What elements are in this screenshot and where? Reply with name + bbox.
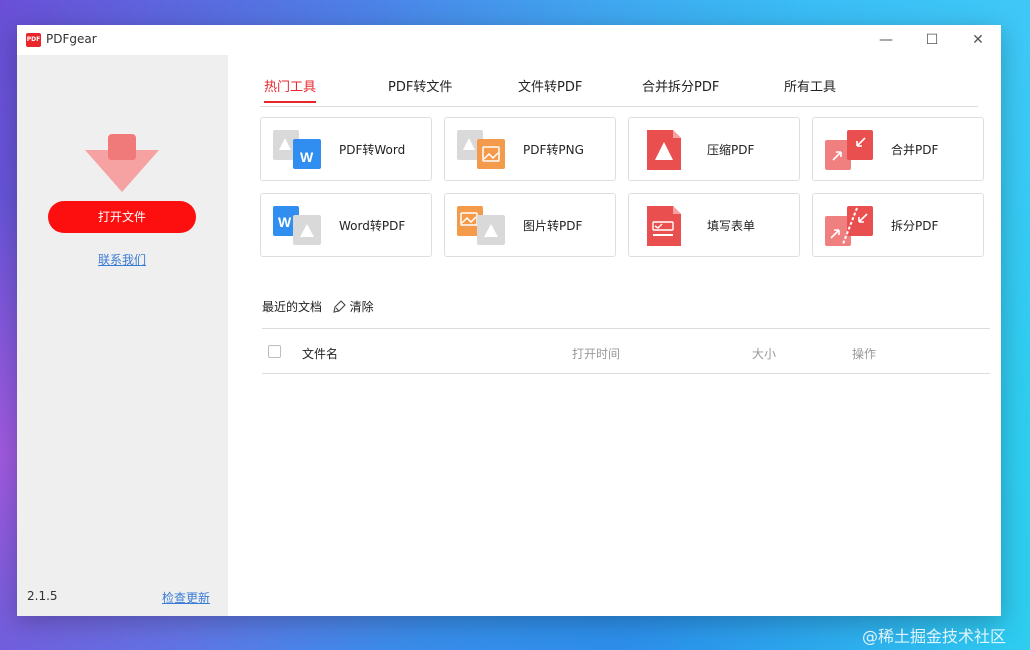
- svg-text:W: W: [300, 149, 314, 165]
- tool-label: 拆分PDF: [891, 219, 939, 233]
- tab-pdf-to-file[interactable]: PDF转文件: [388, 76, 452, 95]
- split-pdf-icon: [825, 206, 873, 246]
- tool-card-compress-pdf[interactable]: 压缩PDF: [628, 117, 800, 181]
- word-to-pdf-icon: W: [273, 206, 321, 245]
- pdf-to-png-icon: [457, 130, 505, 169]
- tab-active-underline: [264, 101, 316, 103]
- image-to-pdf-icon: [457, 206, 505, 245]
- tool-label: 合并PDF: [891, 143, 939, 157]
- tool-card-merge-pdf[interactable]: 合并PDF: [812, 117, 984, 181]
- recent-table-header: 文件名 打开时间 大小 操作: [262, 328, 990, 374]
- broom-icon: [333, 300, 346, 313]
- tool-label: Word转PDF: [339, 219, 406, 233]
- tool-tabs: 热门工具 PDF转文件 文件转PDF 合并拆分PDF 所有工具: [260, 73, 978, 107]
- main-panel: 热门工具 PDF转文件 文件转PDF 合并拆分PDF 所有工具 W PDF转Wo…: [228, 55, 1001, 616]
- tab-label: 热门工具: [264, 80, 317, 95]
- open-file-button[interactable]: 打开文件: [48, 201, 196, 233]
- watermark-text: @稀土掘金技术社区: [862, 627, 1007, 646]
- tab-file-to-pdf[interactable]: 文件转PDF: [518, 76, 582, 95]
- clear-label: 清除: [349, 300, 374, 314]
- tool-card-word-to-pdf[interactable]: W Word转PDF: [260, 193, 432, 257]
- tab-hot-tools[interactable]: 热门工具: [264, 76, 317, 103]
- fill-form-icon: [647, 206, 681, 246]
- tool-label: 图片转PDF: [523, 219, 583, 233]
- close-button[interactable]: ✕: [955, 25, 1001, 55]
- recent-docs-title: 最近的文档: [262, 300, 323, 314]
- maximize-button[interactable]: ☐: [909, 25, 955, 55]
- tool-label: PDF转Word: [339, 143, 406, 157]
- column-header-filename[interactable]: 文件名: [302, 345, 338, 362]
- compress-pdf-icon: [647, 130, 681, 170]
- app-title: PDFgear: [46, 32, 97, 46]
- column-header-actions: 操作: [852, 347, 877, 361]
- tool-label: 填写表单: [707, 219, 756, 233]
- tool-card-split-pdf[interactable]: 拆分PDF: [812, 193, 984, 257]
- recent-docs-header: 最近的文档 清除: [262, 298, 374, 315]
- download-arrow-icon: [85, 134, 159, 192]
- column-header-open-time[interactable]: 打开时间: [572, 345, 620, 362]
- sidebar: 打开文件 联系我们 2.1.5 检查更新: [17, 55, 228, 616]
- merge-pdf-icon: [825, 130, 873, 170]
- tool-label: PDF转PNG: [523, 143, 584, 157]
- minimize-button[interactable]: —: [863, 25, 909, 55]
- svg-text:W: W: [278, 214, 292, 230]
- tab-merge-split-pdf[interactable]: 合并拆分PDF: [642, 76, 719, 95]
- contact-us-link[interactable]: 联系我们: [98, 251, 146, 268]
- tool-card-pdf-to-word[interactable]: W PDF转Word: [260, 117, 432, 181]
- tab-all-tools[interactable]: 所有工具: [784, 76, 836, 95]
- tool-card-pdf-to-png[interactable]: PDF转PNG: [444, 117, 616, 181]
- pdf-to-word-icon: W: [273, 130, 321, 169]
- select-all-checkbox[interactable]: [268, 345, 281, 358]
- app-logo-icon: PDF: [26, 33, 41, 47]
- version-label: 2.1.5: [27, 589, 58, 603]
- check-update-link[interactable]: 检查更新: [162, 589, 210, 606]
- title-bar: PDF PDFgear — ☐ ✕: [17, 25, 1001, 55]
- tool-label: 压缩PDF: [707, 143, 755, 157]
- column-header-size[interactable]: 大小: [752, 345, 776, 362]
- clear-recent-button[interactable]: 清除: [332, 300, 374, 314]
- tool-card-image-to-pdf[interactable]: 图片转PDF: [444, 193, 616, 257]
- app-window: PDF PDFgear — ☐ ✕ 打开文件 联系我们 2.1.5 检查更新 热…: [17, 25, 1001, 616]
- tool-card-fill-form[interactable]: 填写表单: [628, 193, 800, 257]
